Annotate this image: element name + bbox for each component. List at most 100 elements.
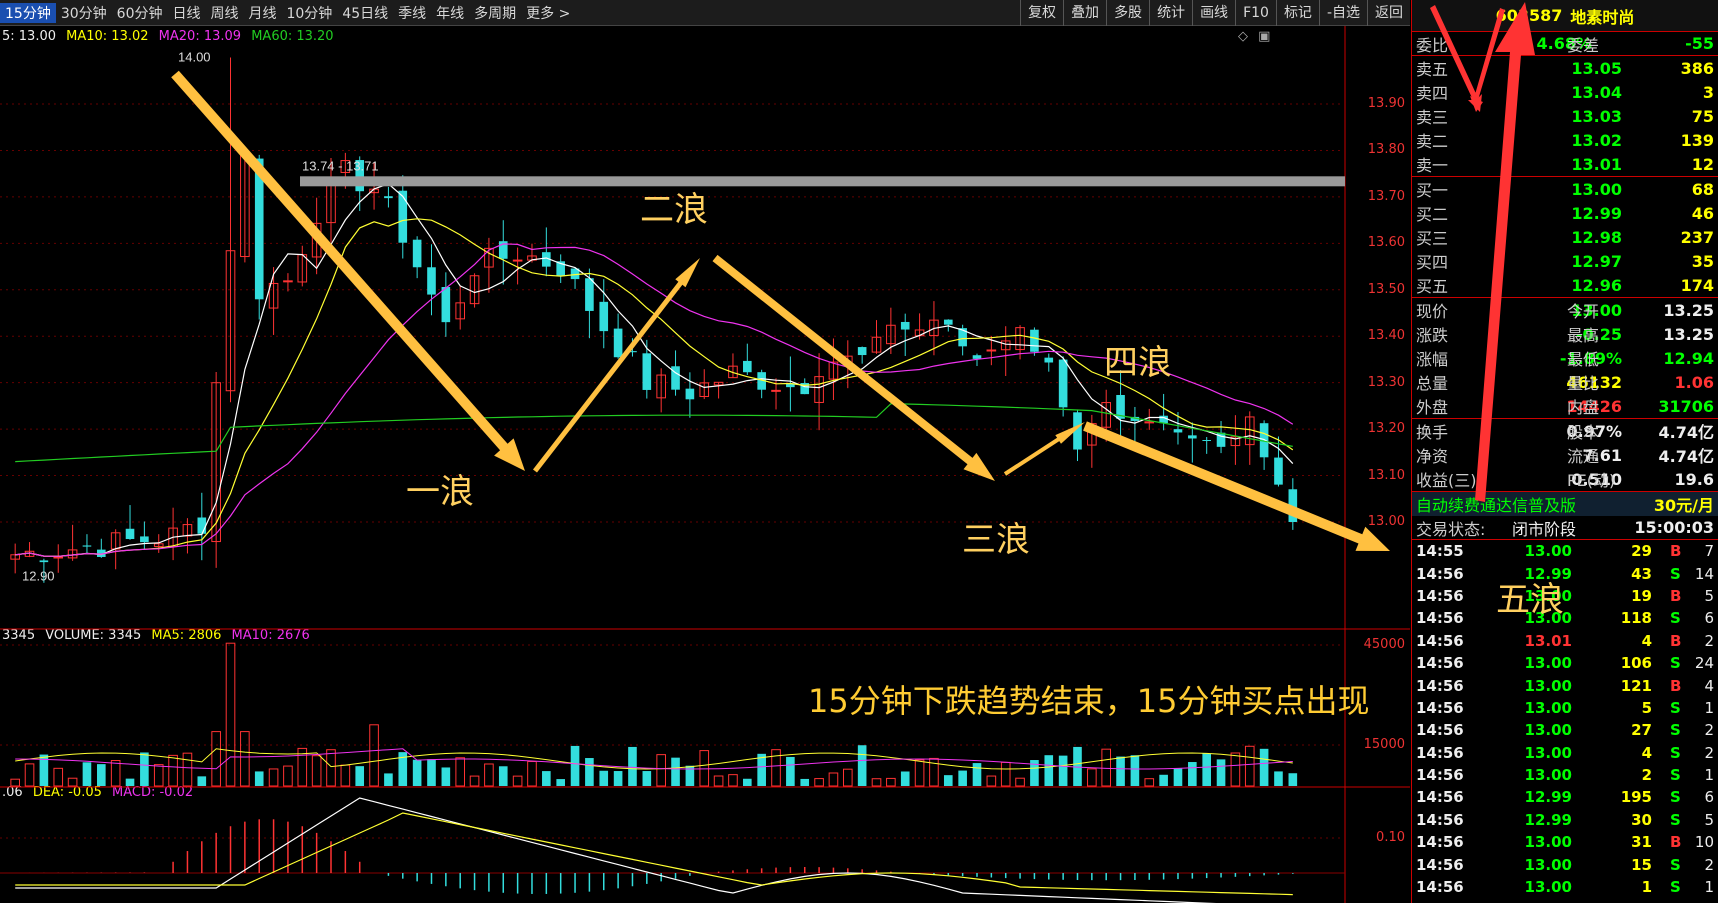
volume-bar-up [771, 749, 781, 787]
tab-60min[interactable]: 60分钟 [112, 3, 168, 23]
fund-row-value2: 4.74亿 [1658, 423, 1714, 442]
tick-time: 14:56 [1416, 631, 1464, 650]
tab-weekly[interactable]: 周线 [205, 3, 243, 23]
tick-side: S [1670, 609, 1681, 628]
fund-row-label: 收益(三) [1416, 471, 1477, 490]
promo-row[interactable]: 自动续费通达信普及版 30元/月 [1412, 492, 1718, 516]
quote-panel: 603587 地素时尚 委比 4.68% 委差 -55 卖五 13.05 386 卖四… [1411, 0, 1718, 903]
volume-bar-down [140, 752, 149, 786]
candle-body-down [384, 196, 393, 199]
bid-row-value: 12.99 [1571, 203, 1622, 223]
volume-bar-down [1216, 759, 1226, 786]
wave-4-label: 四浪 [1104, 343, 1172, 383]
tick-price: 12.99 [1524, 788, 1572, 807]
restore-rights-button[interactable]: 复权 [1020, 0, 1063, 26]
overlay-button[interactable]: 叠加 [1063, 0, 1106, 26]
tick-count: 5 [1704, 586, 1714, 605]
ask-row-label: 卖五 [1416, 60, 1449, 79]
bid-row: 买一 13.00 68 [1412, 177, 1718, 201]
bid-row-value: 13.00 [1571, 179, 1622, 199]
volume-bar-down [1173, 768, 1183, 786]
tick-time: 14:56 [1416, 878, 1464, 897]
wave-1-label: 一浪 [406, 472, 474, 512]
volume-bar-down [1044, 755, 1054, 786]
tick-time: 14:56 [1416, 721, 1464, 740]
stat-row-value2: 31706 [1658, 396, 1714, 416]
volume-bar-up [713, 775, 724, 787]
candle-body-down [685, 388, 695, 400]
tick-price: 13.00 [1524, 721, 1572, 740]
status-time: 15:00:03 [1634, 518, 1714, 537]
stock-header: 603587 地素时尚 [1412, 0, 1718, 32]
stat-row: 总量 46132 量比 1.06 [1412, 370, 1718, 394]
stat-row-label2: 最低 [1567, 350, 1600, 369]
tab-45day[interactable]: 45日线 [337, 3, 393, 23]
tick-count: 4 [1704, 676, 1714, 695]
multi-stock-button[interactable]: 多股 [1106, 0, 1149, 26]
tick-row: 14:56 13.00 106 S 24 [1412, 652, 1718, 674]
ask-row: 卖一 13.01 12 [1412, 152, 1718, 176]
tick-list[interactable]: 14:55 13.00 29 B 7 14:56 12.99 43 S 14 14:56 13.00 1… [1412, 540, 1718, 898]
tick-volume: 121 [1620, 676, 1652, 695]
tick-count: 24 [1694, 654, 1714, 673]
bid-volume: 35 [1691, 251, 1714, 271]
tick-volume: 29 [1631, 542, 1652, 561]
tick-side: S [1670, 878, 1681, 897]
draw-line-button[interactable]: 画线 [1192, 0, 1235, 26]
bid-row-label: 买四 [1416, 253, 1449, 272]
tab-15min[interactable]: 15分钟 [0, 2, 56, 23]
tick-price: 13.00 [1524, 676, 1572, 695]
ask-row: 卖五 13.05 386 [1412, 56, 1718, 80]
tick-side: S [1670, 810, 1681, 829]
volume-bar-up [24, 763, 35, 787]
bid-row: 买二 12.99 46 [1412, 201, 1718, 225]
candle-body-down [943, 319, 953, 325]
order-ratio-row: 委比 4.68% 委差 -55 [1412, 32, 1718, 56]
candle-body-down [900, 321, 910, 330]
volume-bar-down [743, 778, 752, 786]
wave-3-label: 三浪 [962, 520, 1030, 560]
stats-button[interactable]: 统计 [1149, 0, 1192, 26]
back-button[interactable]: 返回 [1367, 0, 1410, 26]
tab-30min[interactable]: 30分钟 [56, 3, 112, 23]
candle-body-up [986, 349, 997, 352]
ask-row-value: 13.04 [1571, 82, 1622, 102]
tab-10min[interactable]: 10分钟 [281, 3, 337, 23]
tab-monthly[interactable]: 月线 [243, 3, 281, 23]
tick-count: 14 [1694, 564, 1714, 583]
tab-multi-period[interactable]: 多周期 [469, 3, 521, 23]
high-label: 14.00 [178, 50, 211, 65]
candle-body-down [1188, 435, 1197, 439]
remove-watchlist-button[interactable]: -自选 [1318, 0, 1367, 26]
tick-volume: 30 [1631, 810, 1652, 829]
volume-bar-up [1144, 778, 1155, 787]
stock-name: 地素时尚 [1570, 7, 1635, 27]
volume-bar-down [441, 767, 451, 786]
mark-button[interactable]: 标记 [1275, 0, 1319, 26]
tab-yearly[interactable]: 年线 [431, 3, 469, 23]
price-axis-label: 13.10 [1367, 467, 1405, 483]
volume-bar-up [53, 767, 64, 787]
tick-time: 14:56 [1416, 766, 1464, 785]
tick-count: 2 [1704, 721, 1714, 740]
trade-status-row: 交易状态: 闭市阶段 15:00:03 [1412, 516, 1718, 540]
candle-body-down [599, 301, 609, 332]
tab-quarterly[interactable]: 季线 [393, 3, 431, 23]
tick-price: 13.00 [1524, 743, 1572, 762]
volume-bar-down [972, 763, 982, 786]
tab-daily[interactable]: 日线 [167, 3, 205, 23]
volume-bar-up [699, 750, 710, 787]
wave-5-arrow [1083, 421, 1390, 551]
volume-bar-up [340, 764, 351, 787]
candle-body-down [197, 517, 207, 534]
tab-more[interactable]: 更多 > [521, 3, 575, 23]
tick-row: 14:56 12.99 43 S 14 [1412, 562, 1718, 584]
volume-bar-up [484, 763, 494, 787]
tick-volume: 43 [1631, 564, 1652, 583]
kline-chart[interactable]: 13.74 - 13.71 14.00 12.90 [0, 26, 1410, 903]
tick-volume: 5 [1641, 698, 1652, 717]
f10-button[interactable]: F10 [1235, 0, 1276, 26]
volume-bar-down [900, 771, 910, 786]
volume-bar-down [384, 773, 393, 786]
volume-bar-down [671, 757, 680, 786]
